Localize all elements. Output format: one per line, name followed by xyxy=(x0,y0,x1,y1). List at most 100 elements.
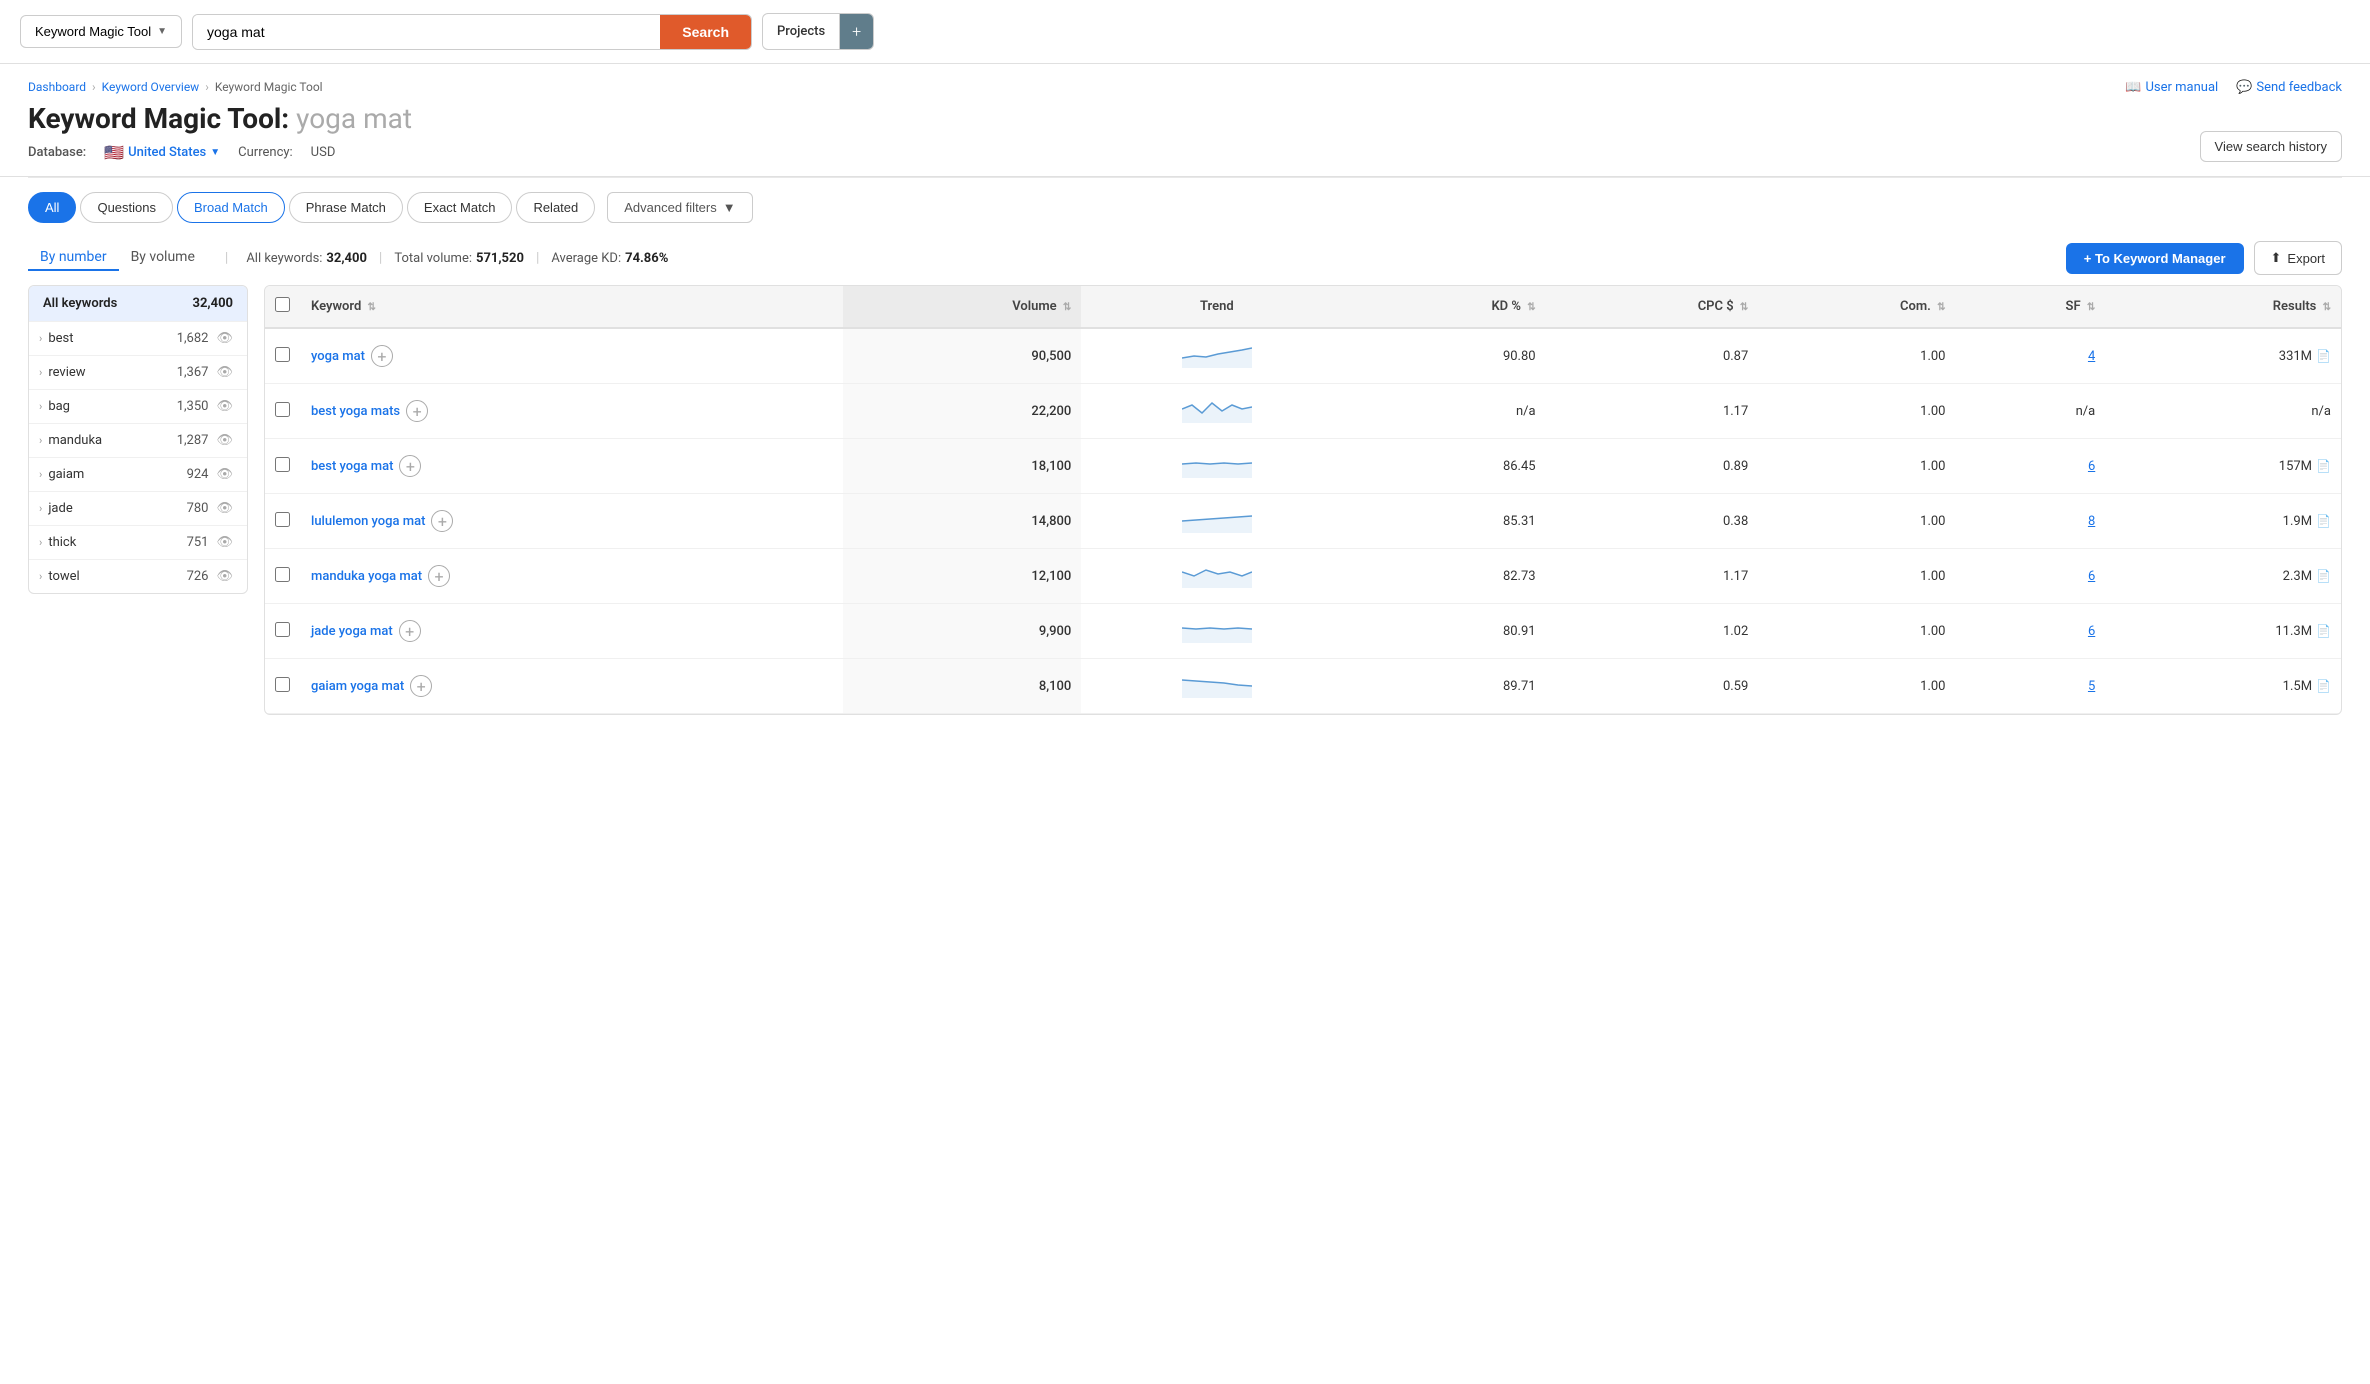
eye-icon[interactable]: 👁 xyxy=(216,399,233,414)
sidebar-item-gaiam[interactable]: › gaiam 924 👁 xyxy=(29,457,247,491)
row-checkbox[interactable] xyxy=(275,567,290,582)
export-button[interactable]: ⬆ Export xyxy=(2254,241,2342,275)
add-keyword-button[interactable]: + xyxy=(399,455,421,477)
sf-link[interactable]: 6 xyxy=(2088,569,2095,584)
sf-link[interactable]: 8 xyxy=(2088,514,2095,529)
header-right-links: 📖 User manual 💬 Send feedback xyxy=(2125,80,2342,95)
row-sf[interactable]: 6 xyxy=(1956,439,2106,494)
eye-icon[interactable]: 👁 xyxy=(216,535,233,550)
row-checkbox[interactable] xyxy=(275,402,290,417)
keyword-link[interactable]: lululemon yoga mat xyxy=(311,514,425,529)
row-checkbox-cell[interactable] xyxy=(265,328,301,384)
breadcrumb-keyword-overview[interactable]: Keyword Overview xyxy=(102,80,200,94)
tab-questions[interactable]: Questions xyxy=(80,192,173,223)
col-header-results[interactable]: Results ⇅ xyxy=(2105,286,2341,328)
sf-link[interactable]: 6 xyxy=(2088,459,2095,474)
sidebar-item-manduka[interactable]: › manduka 1,287 👁 xyxy=(29,423,247,457)
row-sf[interactable]: 8 xyxy=(1956,494,2106,549)
sidebar-item-jade[interactable]: › jade 780 👁 xyxy=(29,491,247,525)
keyword-link[interactable]: manduka yoga mat xyxy=(311,569,422,584)
add-keyword-button[interactable]: + xyxy=(431,510,453,532)
tab-related[interactable]: Related xyxy=(516,192,595,223)
row-checkbox-cell[interactable] xyxy=(265,604,301,659)
sidebar-item-best[interactable]: › best 1,682 👁 xyxy=(29,321,247,355)
add-keyword-button[interactable]: + xyxy=(410,675,432,697)
keyword-link[interactable]: best yoga mat xyxy=(311,459,393,474)
tab-all[interactable]: All xyxy=(28,192,76,223)
col-header-com[interactable]: Com. ⇅ xyxy=(1758,286,1955,328)
sidebar-item-thick[interactable]: › thick 751 👁 xyxy=(29,525,247,559)
eye-icon[interactable]: 👁 xyxy=(216,331,233,346)
sidebar-item-bag[interactable]: › bag 1,350 👁 xyxy=(29,389,247,423)
row-trend xyxy=(1081,659,1352,714)
advanced-filters-chevron-icon: ▼ xyxy=(723,200,736,215)
to-keyword-manager-button[interactable]: + To Keyword Manager xyxy=(2066,243,2244,274)
sidebar-item-review[interactable]: › review 1,367 👁 xyxy=(29,355,247,389)
sort-icon-results: ⇅ xyxy=(2323,302,2331,313)
view-history-button[interactable]: View search history xyxy=(2200,131,2342,162)
eye-icon[interactable]: 👁 xyxy=(216,433,233,448)
col-header-sf[interactable]: SF ⇅ xyxy=(1956,286,2106,328)
select-all-checkbox[interactable] xyxy=(275,297,290,312)
database-value: United States xyxy=(128,145,206,160)
keyword-link[interactable]: yoga mat xyxy=(311,349,365,364)
keyword-link[interactable]: gaiam yoga mat xyxy=(311,679,404,694)
row-trend xyxy=(1081,494,1352,549)
sidebar-item-label: best xyxy=(48,331,73,346)
row-checkbox-cell[interactable] xyxy=(265,549,301,604)
row-checkbox[interactable] xyxy=(275,622,290,637)
add-keyword-button[interactable]: + xyxy=(428,565,450,587)
user-manual-link[interactable]: 📖 User manual xyxy=(2125,80,2218,95)
sidebar-chevron-icon: › xyxy=(39,434,42,447)
sidebar-item-towel[interactable]: › towel 726 👁 xyxy=(29,559,247,593)
table-header-checkbox[interactable] xyxy=(265,286,301,328)
tab-phrase-match[interactable]: Phrase Match xyxy=(289,192,403,223)
row-sf[interactable]: 6 xyxy=(1956,549,2106,604)
col-header-kd[interactable]: KD % ⇅ xyxy=(1352,286,1545,328)
add-keyword-button[interactable]: + xyxy=(371,345,393,367)
row-checkbox-cell[interactable] xyxy=(265,439,301,494)
col-header-cpc[interactable]: CPC $ ⇅ xyxy=(1546,286,1759,328)
row-checkbox-cell[interactable] xyxy=(265,494,301,549)
col-header-volume[interactable]: Volume ⇅ xyxy=(843,286,1081,328)
keyword-link[interactable]: jade yoga mat xyxy=(311,624,393,639)
row-checkbox-cell[interactable] xyxy=(265,384,301,439)
eye-icon[interactable]: 👁 xyxy=(216,365,233,380)
advanced-filters-button[interactable]: Advanced filters ▼ xyxy=(607,192,752,223)
eye-icon[interactable]: 👁 xyxy=(216,569,233,584)
row-checkbox[interactable] xyxy=(275,677,290,692)
row-keyword-cell: best yoga mats + xyxy=(301,384,843,439)
sf-link[interactable]: 6 xyxy=(2088,624,2095,639)
row-checkbox-cell[interactable] xyxy=(265,659,301,714)
sidebar-item-count: 1,682 xyxy=(177,331,209,346)
add-keyword-button[interactable]: + xyxy=(399,620,421,642)
sf-link[interactable]: 4 xyxy=(2088,349,2095,364)
row-checkbox[interactable] xyxy=(275,347,290,362)
send-feedback-link[interactable]: 💬 Send feedback xyxy=(2236,80,2342,95)
eye-icon[interactable]: 👁 xyxy=(216,467,233,482)
sort-by-volume[interactable]: By volume xyxy=(119,245,207,271)
database-selector[interactable]: 🇺🇸 United States ▼ xyxy=(104,143,220,162)
projects-button[interactable]: Projects + xyxy=(762,13,874,50)
tab-exact-match[interactable]: Exact Match xyxy=(407,192,513,223)
row-com: 1.00 xyxy=(1758,439,1955,494)
row-checkbox[interactable] xyxy=(275,512,290,527)
sort-by-number[interactable]: By number xyxy=(28,245,119,271)
breadcrumb-dashboard[interactable]: Dashboard xyxy=(28,80,86,94)
add-keyword-button[interactable]: + xyxy=(406,400,428,422)
tab-broad-match[interactable]: Broad Match xyxy=(177,192,285,223)
row-sf[interactable]: 5 xyxy=(1956,659,2106,714)
keyword-link[interactable]: best yoga mats xyxy=(311,404,400,419)
tool-selector-button[interactable]: Keyword Magic Tool ▼ xyxy=(20,15,182,48)
eye-icon[interactable]: 👁 xyxy=(216,501,233,516)
table-row: best yoga mat + 18,100 86.45 0.89 1.00 6… xyxy=(265,439,2341,494)
row-sf[interactable]: 6 xyxy=(1956,604,2106,659)
sf-link[interactable]: 5 xyxy=(2088,679,2095,694)
col-header-keyword[interactable]: Keyword ⇅ xyxy=(301,286,843,328)
search-input[interactable] xyxy=(193,15,660,49)
search-button[interactable]: Search xyxy=(660,15,751,49)
row-checkbox[interactable] xyxy=(275,457,290,472)
row-kd: n/a xyxy=(1352,384,1545,439)
row-sf[interactable]: 4 xyxy=(1956,328,2106,384)
search-container: Search xyxy=(192,14,752,50)
